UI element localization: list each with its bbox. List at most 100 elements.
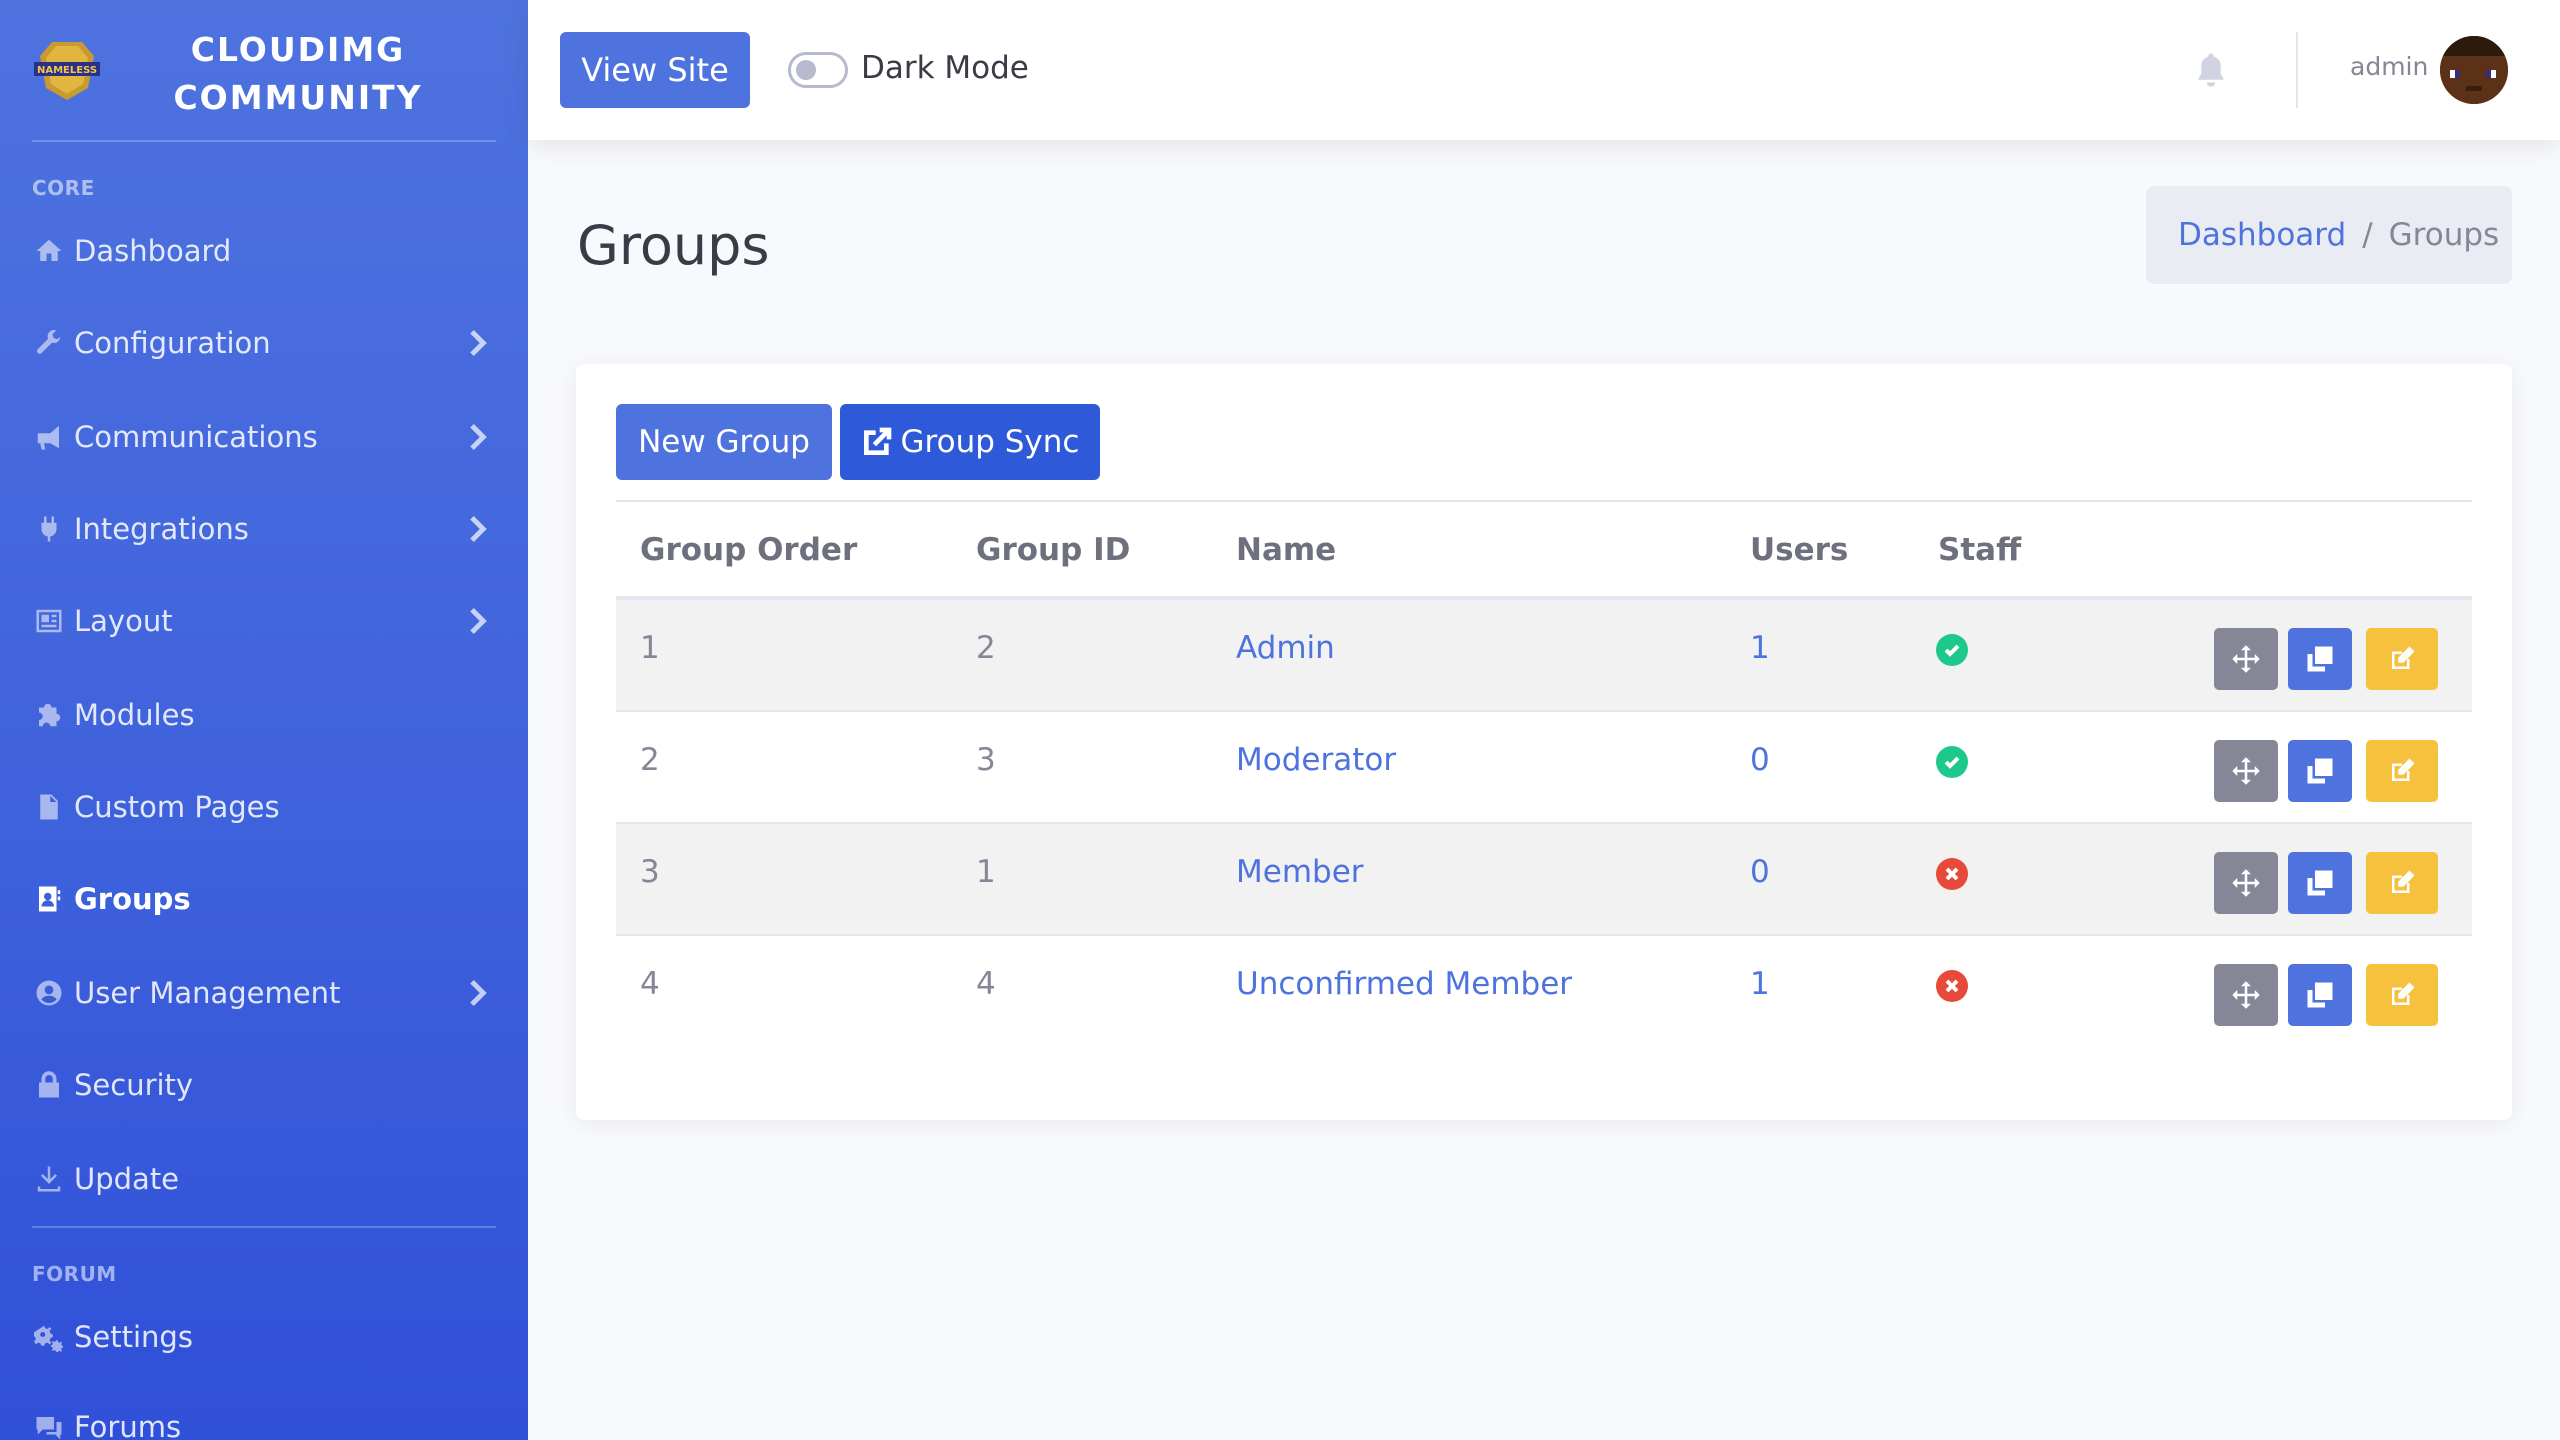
chevron-right-icon: [466, 326, 492, 360]
table-row: 3 1 Member 0: [616, 824, 2472, 936]
cell-group-order: 3: [640, 854, 660, 890]
group-name-link[interactable]: Unconfirmed Member: [1236, 966, 1572, 1002]
avatar[interactable]: [2440, 36, 2508, 104]
edit-icon: [2392, 870, 2415, 893]
edit-button[interactable]: [2366, 628, 2438, 690]
cell-group-order: 2: [640, 742, 660, 778]
sidebar-item-user-management[interactable]: User Management: [0, 958, 528, 1028]
sidebar-divider: [32, 1226, 496, 1228]
breadcrumb-link-dashboard[interactable]: Dashboard: [2178, 217, 2346, 253]
clone-button[interactable]: [2288, 964, 2352, 1026]
clone-icon: [2307, 870, 2333, 896]
sidebar-item-dashboard[interactable]: Dashboard: [0, 216, 528, 286]
sidebar-item-label: User Management: [74, 976, 341, 1010]
dark-mode-label: Dark Mode: [861, 50, 1029, 86]
chevron-right-icon: [466, 604, 492, 638]
comments-icon: [32, 1410, 66, 1440]
clone-icon: [2307, 982, 2333, 1008]
sidebar-brand[interactable]: NAMELESS CLOUDIMG COMMUNITY: [0, 0, 528, 142]
column-header-users: Users: [1750, 532, 1849, 568]
sidebar-item-layout[interactable]: Layout: [0, 586, 528, 656]
x-circle-icon: [1936, 970, 1968, 1002]
clone-icon: [2307, 646, 2333, 672]
chevron-right-icon: [466, 512, 492, 546]
table-row: 4 4 Unconfirmed Member 1: [616, 936, 2472, 1048]
sidebar-item-custom-pages[interactable]: Custom Pages: [0, 772, 528, 842]
wrench-icon: [32, 326, 66, 360]
breadcrumb: Dashboard / Groups: [2146, 186, 2512, 284]
dark-mode-toggle[interactable]: [788, 52, 848, 88]
sidebar-item-label: Update: [74, 1162, 180, 1196]
new-group-button[interactable]: New Group: [616, 404, 832, 480]
edit-button[interactable]: [2366, 852, 2438, 914]
brand-name: CLOUDIMG COMMUNITY: [173, 30, 423, 117]
sidebar-heading-core: CORE: [32, 176, 95, 200]
edit-icon: [2392, 982, 2415, 1005]
clone-button[interactable]: [2288, 740, 2352, 802]
sidebar-item-label: Dashboard: [74, 234, 232, 268]
group-users-link[interactable]: 0: [1750, 854, 1770, 890]
external-link-icon: [863, 427, 891, 455]
edit-button[interactable]: [2366, 964, 2438, 1026]
groups-card: New Group Group Sync Group Order Group I…: [576, 364, 2512, 1120]
sidebar-item-label: Modules: [74, 698, 195, 732]
clone-button[interactable]: [2288, 852, 2352, 914]
sidebar: NAMELESS CLOUDIMG COMMUNITY CORE Dashboa…: [0, 0, 528, 1440]
toggle-knob: [796, 60, 816, 80]
sidebar-item-label: Forums: [74, 1410, 182, 1440]
cell-group-order: 1: [640, 630, 660, 666]
edit-icon: [2392, 758, 2415, 781]
table-row: 2 3 Moderator 0: [616, 712, 2472, 824]
topbar: View Site Dark Mode admin: [528, 0, 2560, 140]
sidebar-item-label: Security: [74, 1068, 194, 1102]
group-users-link[interactable]: 1: [1750, 630, 1770, 666]
sidebar-item-label: Layout: [74, 604, 173, 638]
arrows-move-icon: [2232, 757, 2260, 785]
brand-logo-text: NAMELESS: [37, 65, 97, 76]
sidebar-item-settings[interactable]: Settings: [0, 1302, 528, 1372]
clone-button[interactable]: [2288, 628, 2352, 690]
chevron-right-icon: [466, 976, 492, 1010]
puzzle-icon: [32, 698, 66, 732]
edit-icon: [2392, 646, 2415, 669]
move-button[interactable]: [2214, 740, 2278, 802]
groups-table: Group Order Group ID Name Users Staff 1 …: [616, 500, 2472, 1048]
bullhorn-icon: [32, 420, 66, 454]
sidebar-item-integrations[interactable]: Integrations: [0, 494, 528, 564]
group-users-link[interactable]: 0: [1750, 742, 1770, 778]
page-title: Groups: [577, 214, 770, 277]
move-button[interactable]: [2214, 964, 2278, 1026]
view-site-button[interactable]: View Site: [560, 32, 750, 108]
breadcrumb-separator: /: [2362, 217, 2373, 253]
move-button[interactable]: [2214, 852, 2278, 914]
username-label[interactable]: admin: [2350, 52, 2428, 81]
edit-button[interactable]: [2366, 740, 2438, 802]
group-name-link[interactable]: Member: [1236, 854, 1364, 890]
check-circle-icon: [1936, 746, 1968, 778]
group-users-link[interactable]: 1: [1750, 966, 1770, 1002]
group-sync-label: Group Sync: [900, 424, 1080, 460]
sidebar-item-communications[interactable]: Communications: [0, 402, 528, 472]
cogs-icon: [32, 1320, 66, 1354]
lock-icon: [32, 1068, 66, 1102]
bell-icon[interactable]: [2194, 52, 2230, 88]
chevron-right-icon: [466, 420, 492, 454]
sidebar-item-groups[interactable]: Groups: [0, 864, 528, 934]
sidebar-item-update[interactable]: Update: [0, 1144, 528, 1214]
arrows-move-icon: [2232, 869, 2260, 897]
cell-group-id: 4: [976, 966, 996, 1002]
sidebar-item-security[interactable]: Security: [0, 1050, 528, 1120]
sidebar-item-forums[interactable]: Forums: [0, 1392, 528, 1440]
table-header: Group Order Group ID Name Users Staff: [616, 500, 2472, 600]
sidebar-item-modules[interactable]: Modules: [0, 680, 528, 750]
move-button[interactable]: [2214, 628, 2278, 690]
sidebar-item-label: Groups: [74, 882, 191, 916]
group-name-link[interactable]: Moderator: [1236, 742, 1396, 778]
group-name-link[interactable]: Admin: [1236, 630, 1335, 666]
sidebar-item-configuration[interactable]: Configuration: [0, 308, 528, 378]
group-sync-button[interactable]: Group Sync: [840, 404, 1100, 480]
breadcrumb-current: Groups: [2388, 217, 2500, 253]
table-row: 1 2 Admin 1: [616, 600, 2472, 712]
x-circle-icon: [1936, 858, 1968, 890]
address-card-icon: [32, 882, 66, 916]
